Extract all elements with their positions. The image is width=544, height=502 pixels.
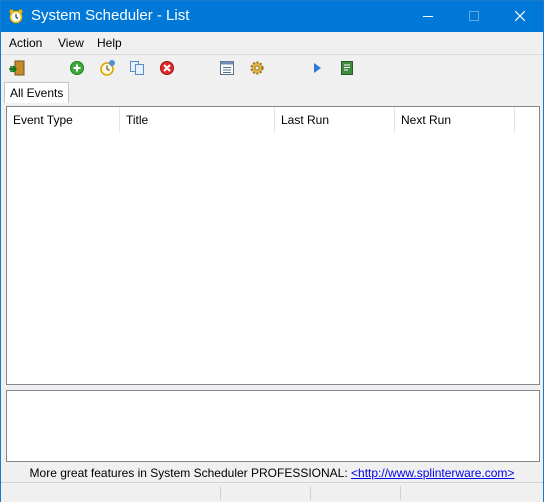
settings-button[interactable]	[248, 59, 266, 77]
exit-button[interactable]	[8, 59, 26, 77]
run-icon	[314, 63, 321, 73]
close-icon	[515, 11, 525, 21]
delete-event-button[interactable]	[158, 59, 176, 77]
status-bar	[1, 482, 543, 502]
close-button[interactable]	[497, 1, 543, 32]
column-header-event-type[interactable]: Event Type	[7, 107, 120, 133]
menu-action[interactable]: Action	[9, 36, 42, 50]
column-header-title[interactable]: Title	[120, 107, 275, 133]
tab-all-events[interactable]: All Events	[4, 82, 70, 103]
copy-icon	[130, 61, 144, 75]
add-icon	[70, 61, 84, 75]
column-header-last-run[interactable]: Last Run	[275, 107, 395, 133]
menu-view[interactable]: View	[58, 36, 84, 50]
promo-bar: More great features in System Scheduler …	[1, 466, 543, 480]
status-divider	[220, 486, 221, 500]
log-icon	[341, 61, 353, 75]
menu-bar: Action View Help	[1, 32, 543, 53]
exit-icon	[9, 60, 25, 76]
minimize-button[interactable]	[405, 1, 451, 32]
column-header-next-run[interactable]: Next Run	[395, 107, 515, 133]
window-title: System Scheduler - List	[31, 7, 190, 24]
list-view-icon	[220, 61, 234, 75]
view-log-button[interactable]	[338, 59, 356, 77]
menu-help[interactable]: Help	[97, 36, 122, 50]
status-divider	[310, 486, 311, 500]
maximize-button[interactable]	[451, 1, 497, 32]
status-divider	[400, 486, 401, 500]
promo-link[interactable]: <http://www.splinterware.com>	[351, 466, 514, 480]
events-list[interactable]: Event Type Title Last Run Next Run	[6, 106, 540, 385]
event-detail-pane	[6, 390, 540, 462]
promo-text: More great features in System Scheduler …	[29, 466, 348, 480]
minimize-icon	[423, 16, 433, 17]
new-event-button[interactable]	[98, 59, 116, 77]
new-event-icon	[100, 60, 115, 76]
settings-icon	[250, 61, 264, 75]
run-button[interactable]	[308, 59, 326, 77]
delete-icon	[160, 61, 174, 75]
app-window: System Scheduler - List Action View Help	[0, 0, 544, 502]
toolbar	[1, 54, 543, 81]
add-event-button[interactable]	[68, 59, 86, 77]
copy-event-button[interactable]	[128, 59, 146, 77]
list-view-button[interactable]	[218, 59, 236, 77]
title-bar[interactable]: System Scheduler - List	[1, 1, 543, 32]
maximize-icon	[469, 11, 479, 21]
alarm-clock-icon	[9, 9, 23, 24]
tab-strip: All Events	[1, 81, 543, 103]
